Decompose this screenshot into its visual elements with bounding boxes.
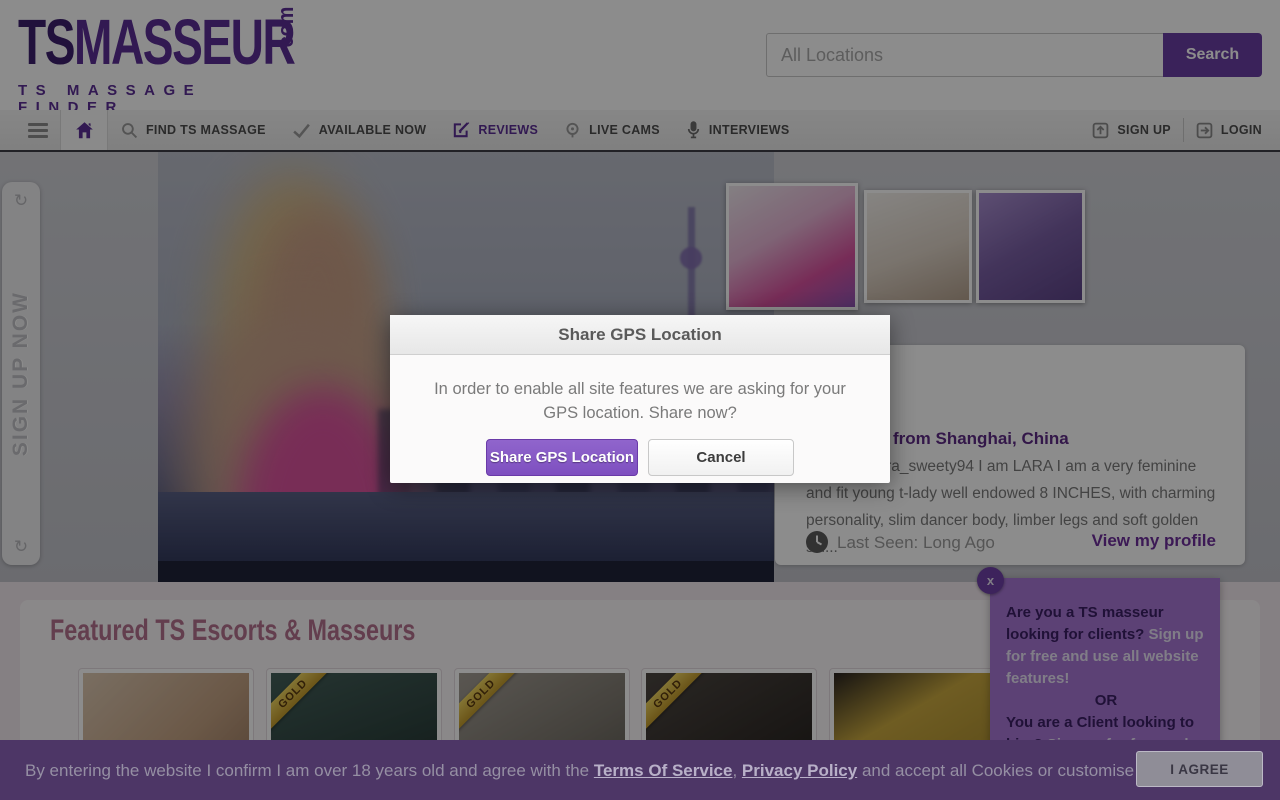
cookie-sep: , — [732, 761, 741, 780]
cookie-consent-bar: By entering the website I confirm I am o… — [0, 740, 1280, 800]
gps-modal: Share GPS Location In order to enable al… — [390, 315, 890, 483]
i-agree-button[interactable]: I AGREE — [1136, 751, 1263, 787]
modal-actions: Share GPS Location Cancel — [390, 439, 890, 476]
cookie-text: By entering the website I confirm I am o… — [25, 761, 1246, 781]
modal-header: Share GPS Location — [390, 315, 890, 355]
cancel-button[interactable]: Cancel — [648, 439, 794, 476]
cookie-text-before: By entering the website I confirm I am o… — [25, 761, 594, 780]
terms-of-service-link[interactable]: Terms Of Service — [594, 761, 733, 780]
modal-body-text: In order to enable all site features we … — [390, 355, 890, 425]
privacy-policy-link[interactable]: Privacy Policy — [742, 761, 857, 780]
modal-title: Share GPS Location — [558, 325, 721, 345]
share-gps-button[interactable]: Share GPS Location — [486, 439, 638, 476]
